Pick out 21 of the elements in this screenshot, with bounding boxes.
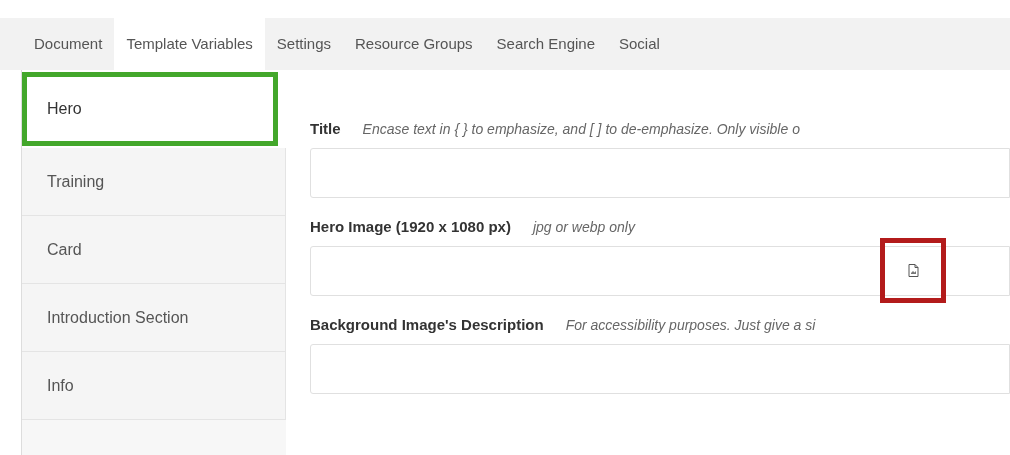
input-field[interactable] — [310, 246, 1010, 296]
field-hint: jpg or webp only — [532, 218, 635, 237]
sidebar-item[interactable]: Info — [22, 352, 286, 420]
tab[interactable]: Settings — [264, 18, 344, 70]
sidebar-item[interactable]: Training — [22, 148, 286, 216]
tab[interactable]: Document — [22, 18, 115, 70]
field-label: Title — [310, 119, 341, 139]
tab[interactable]: Search Engine — [484, 18, 607, 70]
tab[interactable]: Social — [607, 18, 672, 70]
sidebar-item[interactable]: Introduction Section — [22, 284, 286, 352]
file-icon — [907, 264, 919, 277]
input-field[interactable] — [310, 344, 1010, 394]
tab[interactable]: Resource Groups — [343, 18, 485, 70]
field-label: Hero Image (1920 x 1080 px) — [310, 217, 511, 237]
field-hint: For accessibility purposes. Just give a si — [565, 316, 816, 335]
input-field[interactable] — [310, 148, 1010, 198]
tab[interactable]: Template Variables — [114, 18, 265, 70]
sidebar-item[interactable] — [22, 420, 286, 455]
field-hint: Encase text in { } to emphasize, and [ ] to de-emphasize. Only visible o — [362, 120, 800, 139]
sidebar-item[interactable]: Card — [22, 216, 286, 284]
field-label: Background Image's Description — [310, 315, 544, 335]
